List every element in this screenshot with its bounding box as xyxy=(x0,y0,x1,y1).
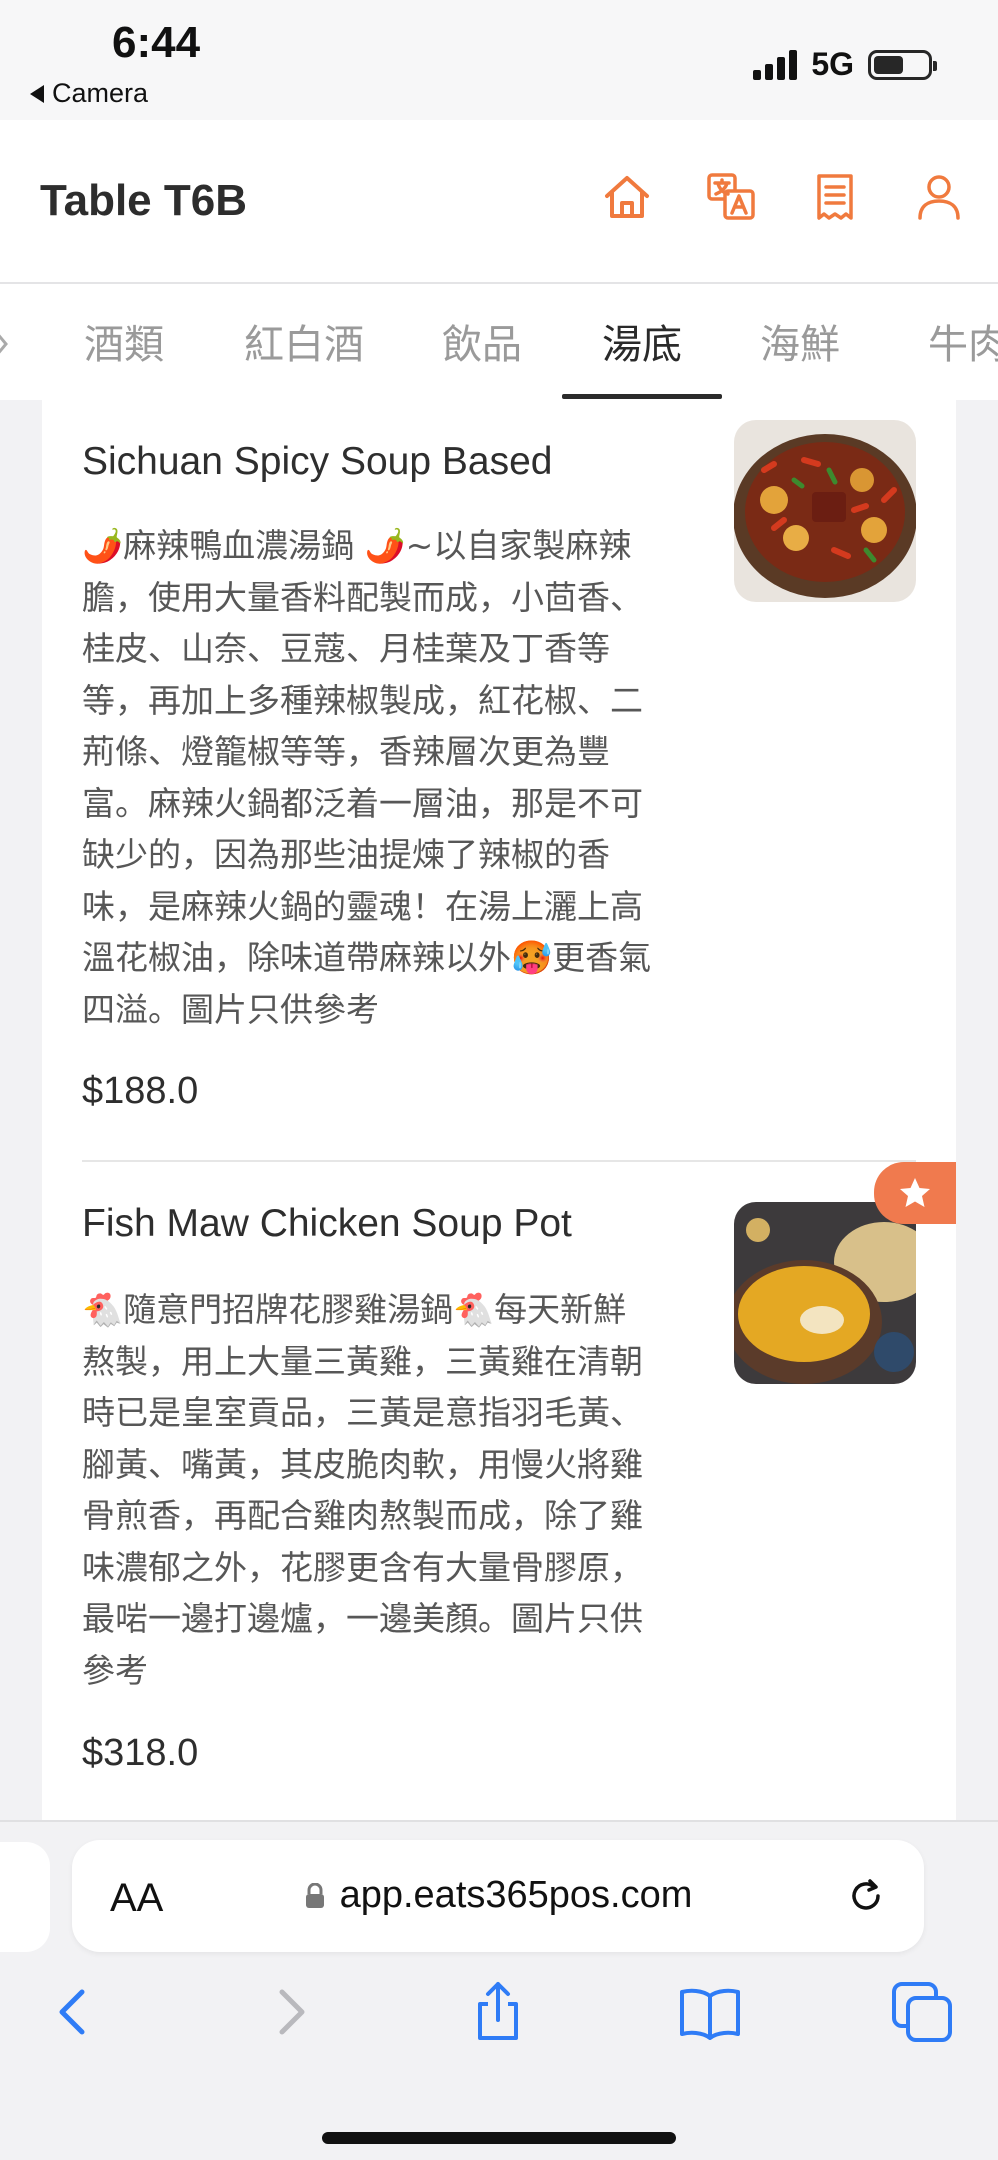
item-description: 🌶️麻辣鴨血濃湯鍋 🌶️~以自家製麻辣 膽，使用大量香料配製而成，小茴香、 桂皮… xyxy=(82,526,652,1029)
previous-tab-preview[interactable] xyxy=(0,1842,50,1952)
star-icon xyxy=(900,1178,930,1207)
receipt-icon[interactable] xyxy=(810,172,860,222)
tab-liquor[interactable]: 酒類 xyxy=(84,312,164,370)
status-time: 6:44 xyxy=(112,18,201,67)
header-actions xyxy=(602,172,964,222)
home-indicator xyxy=(322,2132,676,2144)
battery-icon xyxy=(868,49,937,80)
item-image xyxy=(734,420,916,602)
item-description: 🐔隨意門招牌花膠雞湯鍋🐔每天新鮮 熬製，用上大量三黃雞，三黃雞在清朝 時已是皇室… xyxy=(82,1290,643,1690)
tab-beef[interactable]: 牛肉 xyxy=(928,312,998,370)
back-triangle-icon xyxy=(30,84,44,103)
item-image xyxy=(734,1202,916,1384)
home-icon[interactable] xyxy=(602,172,652,222)
signal-icon xyxy=(753,49,798,80)
tab-drinks[interactable]: 飲品 xyxy=(442,312,522,370)
browser-toolbar xyxy=(0,1980,998,2090)
tabs-icon[interactable] xyxy=(890,1980,954,2044)
app-header: Table T6B xyxy=(0,120,998,284)
menu-item[interactable]: Fish Maw Chicken Soup Pot 🐔隨意門招牌花膠雞湯鍋🐔每天… xyxy=(42,1162,956,1820)
status-indicators: 5G xyxy=(753,46,937,83)
url-display[interactable]: app.eats365pos.com xyxy=(72,1874,924,1917)
page-title: Table T6B xyxy=(40,176,248,225)
reload-icon[interactable] xyxy=(844,1874,888,1918)
url-text: app.eats365pos.com xyxy=(339,1874,693,1916)
tab-seafood[interactable]: 海鮮 xyxy=(760,312,840,370)
lock-icon xyxy=(305,1882,324,1908)
tab-soup-base[interactable]: 湯底 xyxy=(602,312,682,370)
share-icon[interactable] xyxy=(466,1980,530,2044)
item-price: $188.0 xyxy=(82,1070,199,1112)
translate-icon[interactable] xyxy=(706,172,756,222)
active-tab-indicator xyxy=(562,394,722,399)
address-bar[interactable]: AA app.eats365pos.com xyxy=(72,1840,924,1952)
back-label: Camera xyxy=(52,78,149,108)
user-icon[interactable] xyxy=(914,172,964,222)
back-to-camera-link[interactable]: Camera xyxy=(30,78,148,109)
forward-icon[interactable] xyxy=(258,1980,322,2044)
item-name: Sichuan Spicy Soup Based xyxy=(82,440,553,483)
featured-badge xyxy=(874,1162,956,1224)
scroll-left-icon[interactable] xyxy=(0,330,10,358)
item-name: Fish Maw Chicken Soup Pot xyxy=(82,1202,572,1245)
menu-item[interactable]: Sichuan Spicy Soup Based 🌶️麻辣鴨血濃湯鍋 🌶️~以自… xyxy=(42,400,956,1160)
tab-wine[interactable]: 紅白酒 xyxy=(244,312,364,370)
back-icon[interactable] xyxy=(42,1980,106,2044)
browser-chrome: AA app.eats365pos.com xyxy=(0,1820,998,2160)
item-price: $318.0 xyxy=(82,1732,199,1774)
status-bar: 6:44 Camera 5G xyxy=(0,0,998,120)
menu-list: Sichuan Spicy Soup Based 🌶️麻辣鴨血濃湯鍋 🌶️~以自… xyxy=(42,400,956,1820)
network-label: 5G xyxy=(811,46,854,82)
bookmarks-icon[interactable] xyxy=(678,1980,742,2044)
category-tabs: 酒類 紅白酒 飲品 湯底 海鮮 牛肉 xyxy=(0,284,998,400)
